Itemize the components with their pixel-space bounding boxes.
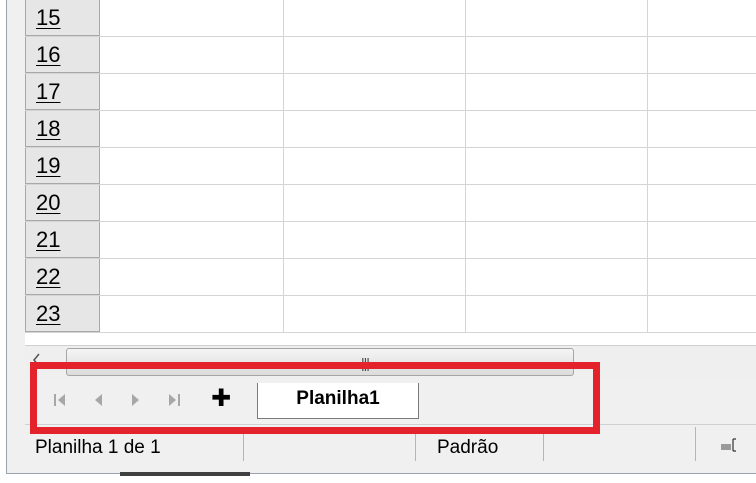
- row-header[interactable]: 23: [25, 296, 100, 332]
- cell[interactable]: [466, 0, 648, 36]
- cell[interactable]: [648, 185, 756, 221]
- cell[interactable]: [648, 74, 756, 110]
- cell-grid: 15 16 17 18 19 20 21 22 23: [25, 0, 756, 345]
- table-row: 18: [25, 111, 756, 148]
- cell[interactable]: [648, 222, 756, 258]
- cell[interactable]: [648, 259, 756, 295]
- cell[interactable]: [648, 111, 756, 147]
- cell[interactable]: [284, 37, 466, 73]
- page-style-status[interactable]: Padrão: [437, 437, 498, 459]
- row-header[interactable]: 21: [25, 222, 100, 258]
- table-row: 20: [25, 185, 756, 222]
- table-row: 19: [25, 148, 756, 185]
- cell[interactable]: [100, 185, 284, 221]
- cell[interactable]: [100, 222, 284, 258]
- cell[interactable]: [648, 37, 756, 73]
- divider: [695, 427, 696, 461]
- row-header[interactable]: 16: [25, 37, 100, 73]
- row-header[interactable]: 17: [25, 74, 100, 110]
- cell[interactable]: [466, 74, 648, 110]
- taskbar-strip: [120, 472, 250, 476]
- selection-mode-icon[interactable]: [720, 438, 738, 452]
- cell[interactable]: [100, 296, 284, 332]
- cell[interactable]: [648, 148, 756, 184]
- row-header[interactable]: 15: [25, 0, 100, 36]
- table-row: 15: [25, 0, 756, 37]
- cell[interactable]: [284, 111, 466, 147]
- row-header[interactable]: 22: [25, 259, 100, 295]
- table-row: 17: [25, 74, 756, 111]
- table-row: 16: [25, 37, 756, 74]
- cell[interactable]: [284, 185, 466, 221]
- row-header[interactable]: 20: [25, 185, 100, 221]
- cell[interactable]: [100, 0, 284, 36]
- cell[interactable]: [100, 259, 284, 295]
- cell[interactable]: [466, 296, 648, 332]
- cell[interactable]: [466, 259, 648, 295]
- table-row: 23: [25, 296, 756, 333]
- cell[interactable]: [284, 0, 466, 36]
- cell[interactable]: [466, 148, 648, 184]
- table-row: 21: [25, 222, 756, 259]
- cell[interactable]: [648, 0, 756, 36]
- cell[interactable]: [284, 74, 466, 110]
- sheet-count-status: Planilha 1 de 1: [35, 437, 161, 458]
- row-header[interactable]: 19: [25, 148, 100, 184]
- cell[interactable]: [284, 148, 466, 184]
- cell[interactable]: [466, 111, 648, 147]
- cell[interactable]: [100, 111, 284, 147]
- table-row: 22: [25, 259, 756, 296]
- cell[interactable]: [284, 296, 466, 332]
- cell[interactable]: [466, 185, 648, 221]
- row-header[interactable]: 18: [25, 111, 100, 147]
- cell[interactable]: [100, 74, 284, 110]
- cell[interactable]: [466, 37, 648, 73]
- cell[interactable]: [284, 222, 466, 258]
- cell[interactable]: [284, 259, 466, 295]
- cell[interactable]: [100, 37, 284, 73]
- sheet-tabs-highlight: [30, 362, 600, 434]
- cell[interactable]: [648, 296, 756, 332]
- cell[interactable]: [100, 148, 284, 184]
- cell[interactable]: [466, 222, 648, 258]
